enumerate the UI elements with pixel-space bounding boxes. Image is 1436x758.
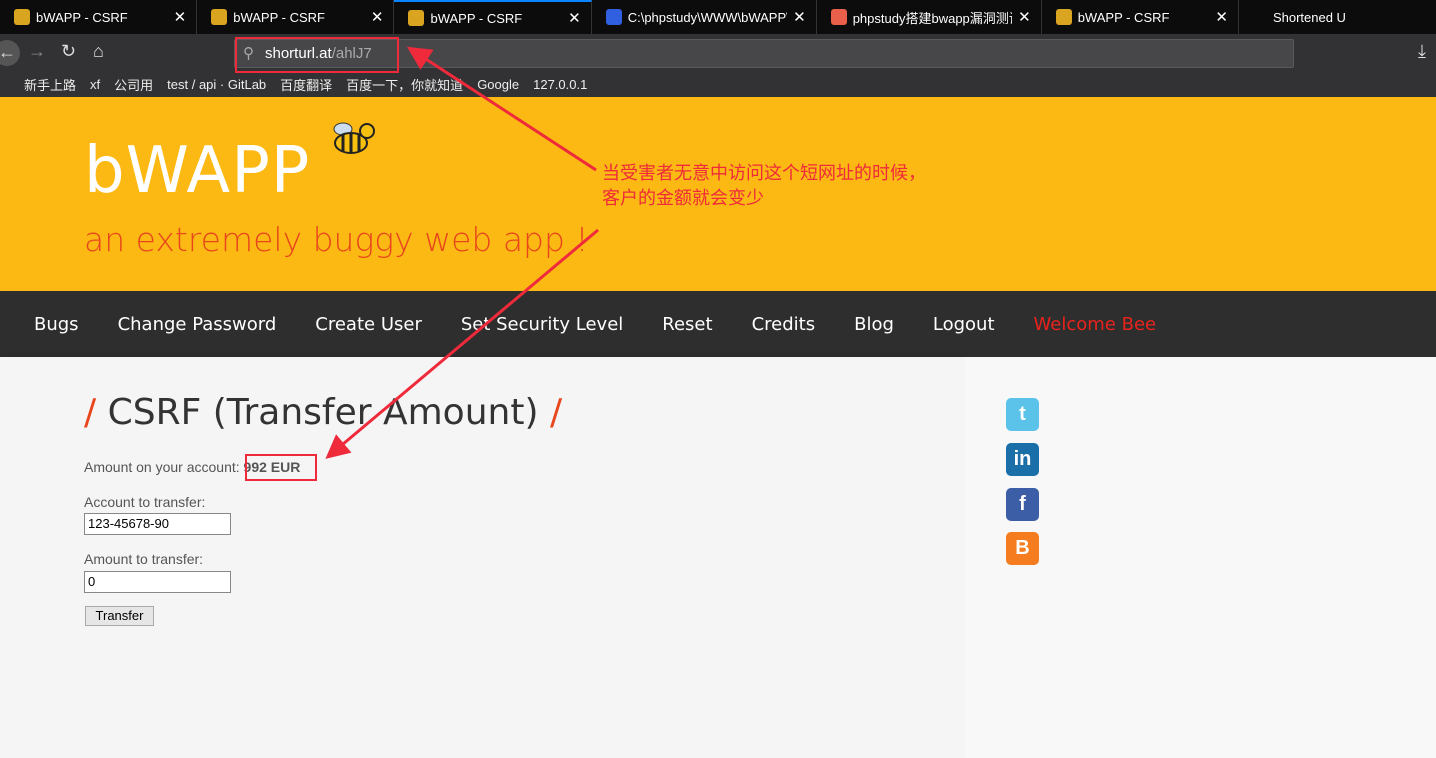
arrow-to-url: [406, 46, 597, 172]
annotation-arrows: [325, 46, 599, 459]
arrow-to-amount: [325, 228, 599, 459]
